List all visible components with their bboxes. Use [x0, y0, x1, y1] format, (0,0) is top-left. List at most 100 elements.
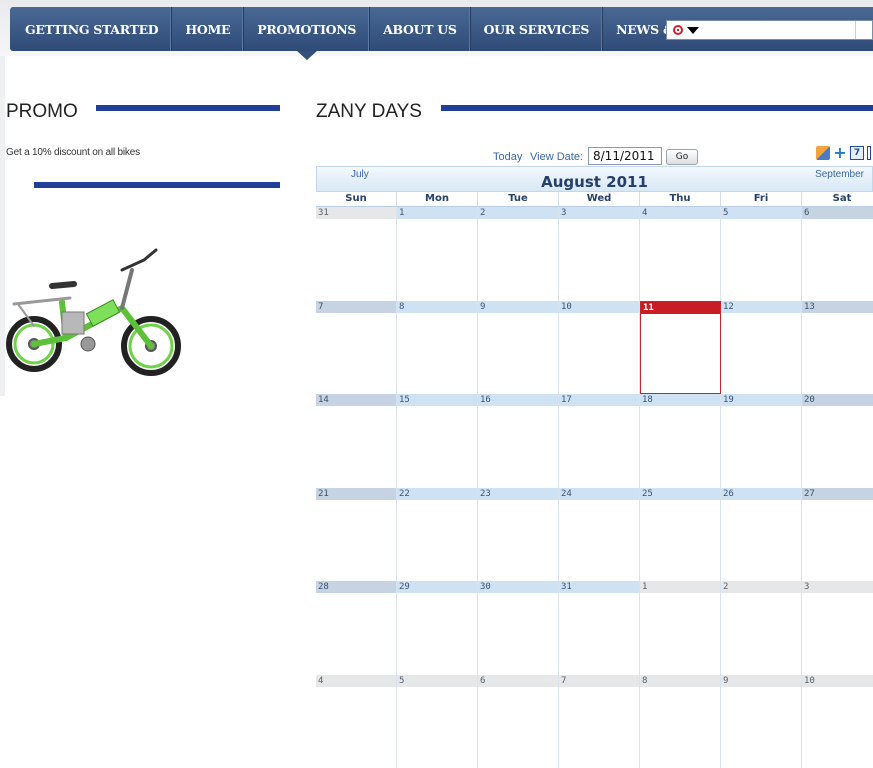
day-number[interactable]: 11	[641, 302, 720, 314]
calendar-day[interactable]: 19	[721, 394, 802, 488]
nav-promotions[interactable]: PROMOTIONS	[244, 7, 370, 51]
calendar-day[interactable]: 1	[640, 581, 721, 675]
calendar-day[interactable]: 4	[316, 675, 397, 768]
calendar-day[interactable]: 14	[316, 394, 397, 488]
day-number[interactable]: 8	[397, 301, 477, 313]
calendar-day[interactable]: 20	[802, 394, 873, 488]
day-number[interactable]: 1	[397, 207, 477, 219]
calendar-day[interactable]: 31	[316, 207, 397, 301]
dropdown-arrow-icon[interactable]	[687, 27, 699, 34]
day-number[interactable]: 4	[640, 207, 720, 219]
calendar-day[interactable]: 10	[559, 301, 640, 395]
day-number[interactable]: 7	[316, 301, 396, 313]
day-number[interactable]: 5	[721, 207, 801, 219]
day-number[interactable]: 28	[316, 581, 396, 593]
day-number[interactable]: 29	[397, 581, 477, 593]
calendar-day[interactable]: 7	[559, 675, 640, 768]
calendar-day[interactable]: 24	[559, 488, 640, 582]
day-number[interactable]: 23	[478, 488, 558, 500]
calendar-day[interactable]: 31	[559, 581, 640, 675]
day-number[interactable]: 16	[478, 394, 558, 406]
day-number[interactable]: 3	[802, 581, 873, 593]
day-number[interactable]: 6	[802, 207, 873, 219]
day-number[interactable]: 27	[802, 488, 873, 500]
day-number[interactable]: 19	[721, 394, 801, 406]
calendar-day[interactable]: 3	[802, 581, 873, 675]
calendar-day[interactable]: 2	[478, 207, 559, 301]
day-number[interactable]: 8	[640, 675, 720, 687]
day-number[interactable]: 13	[802, 301, 873, 313]
calendar-day[interactable]: 1	[397, 207, 478, 301]
day-number[interactable]: 25	[640, 488, 720, 500]
day-number[interactable]: 2	[721, 581, 801, 593]
calendar-day[interactable]: 28	[316, 581, 397, 675]
calendar-day[interactable]: 5	[721, 207, 802, 301]
calendar-day[interactable]: 26	[721, 488, 802, 582]
day-number[interactable]: 5	[397, 675, 477, 687]
calendar-day[interactable]: 6	[802, 207, 873, 301]
day-number[interactable]: 10	[559, 301, 639, 313]
calendar-day[interactable]: 9	[478, 301, 559, 395]
calendar-day[interactable]: 12	[721, 301, 802, 395]
calendar-day-today[interactable]: 11	[640, 301, 721, 395]
day-number[interactable]: 9	[478, 301, 558, 313]
nav-home[interactable]: HOME	[172, 7, 244, 51]
month-view-icon[interactable]	[867, 146, 871, 160]
day-number[interactable]: 30	[478, 581, 558, 593]
day-number[interactable]: 31	[559, 581, 639, 593]
calendar-day[interactable]: 3	[559, 207, 640, 301]
site-selector-dropdown[interactable]	[666, 20, 873, 40]
day-number[interactable]: 14	[316, 394, 396, 406]
calendar-day[interactable]: 6	[478, 675, 559, 768]
day-number[interactable]: 12	[721, 301, 801, 313]
calendar-day[interactable]: 4	[640, 207, 721, 301]
day-number[interactable]: 26	[721, 488, 801, 500]
add-icon[interactable]: +	[833, 146, 847, 160]
calendar-day[interactable]: 23	[478, 488, 559, 582]
day-number[interactable]: 20	[802, 394, 873, 406]
day-number[interactable]: 24	[559, 488, 639, 500]
calendar-day[interactable]: 16	[478, 394, 559, 488]
calendar-day[interactable]: 5	[397, 675, 478, 768]
calendar-day[interactable]: 8	[397, 301, 478, 395]
calendar-day[interactable]: 2	[721, 581, 802, 675]
day-number[interactable]: 22	[397, 488, 477, 500]
calendar-day[interactable]: 15	[397, 394, 478, 488]
nav-about-us[interactable]: ABOUT US	[370, 7, 470, 51]
day-number[interactable]: 1	[640, 581, 720, 593]
calendar-day[interactable]: 25	[640, 488, 721, 582]
day-number[interactable]: 9	[721, 675, 801, 687]
calendar-day[interactable]: 27	[802, 488, 873, 582]
nav-our-services[interactable]: OUR SERVICES	[471, 7, 603, 51]
week-view-icon[interactable]: 7	[850, 146, 864, 160]
calendar-day[interactable]: 22	[397, 488, 478, 582]
day-number[interactable]: 3	[559, 207, 639, 219]
calendar-day[interactable]: 17	[559, 394, 640, 488]
day-number[interactable]: 10	[802, 675, 873, 687]
calendar-day[interactable]: 21	[316, 488, 397, 582]
calendar-day[interactable]: 8	[640, 675, 721, 768]
day-number[interactable]: 15	[397, 394, 477, 406]
day-number[interactable]: 4	[316, 675, 396, 687]
calendar-day[interactable]: 18	[640, 394, 721, 488]
calendar-day[interactable]: 13	[802, 301, 873, 395]
day-number[interactable]: 6	[478, 675, 558, 687]
calendar-day[interactable]: 10	[802, 675, 873, 768]
calendar-day[interactable]: 9	[721, 675, 802, 768]
calendar-day[interactable]: 29	[397, 581, 478, 675]
day-number[interactable]: 18	[640, 394, 720, 406]
calendar-grid: 3112345678910111213141516171819202122232…	[316, 207, 873, 768]
day-number[interactable]: 17	[559, 394, 639, 406]
nav-getting-started[interactable]: GETTING STARTED	[10, 7, 172, 51]
chart-icon[interactable]	[816, 146, 830, 160]
next-month-link[interactable]: September	[815, 169, 864, 180]
day-number[interactable]: 31	[316, 207, 396, 219]
view-date-input[interactable]	[588, 147, 662, 165]
day-number[interactable]: 7	[559, 675, 639, 687]
go-button[interactable]: Go	[666, 149, 698, 165]
calendar-day[interactable]: 7	[316, 301, 397, 395]
day-number[interactable]: 21	[316, 488, 396, 500]
day-number[interactable]: 2	[478, 207, 558, 219]
today-link[interactable]: Today	[493, 151, 522, 163]
calendar-day[interactable]: 30	[478, 581, 559, 675]
